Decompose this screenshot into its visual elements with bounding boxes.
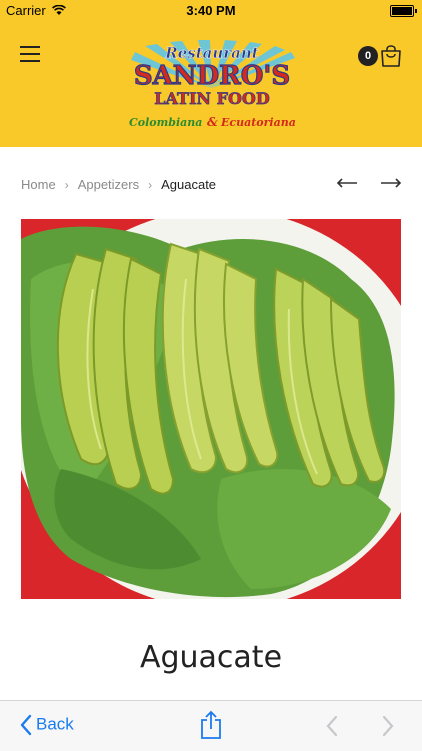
arrow-left-icon[interactable] xyxy=(336,176,358,190)
back-label: Back xyxy=(36,714,74,734)
product-title: Aguacate xyxy=(139,640,283,675)
arrow-right-icon[interactable] xyxy=(380,176,402,190)
chevron-right-icon: › xyxy=(148,177,153,192)
breadcrumb-appetizers[interactable]: Appetizers xyxy=(78,177,139,192)
share-icon[interactable] xyxy=(200,710,222,745)
breadcrumb-home[interactable]: Home xyxy=(21,177,56,192)
logo-ampersand: & xyxy=(207,115,218,129)
chevron-right-icon[interactable] xyxy=(382,715,394,742)
chevron-right-icon: › xyxy=(64,177,69,192)
product-nav-arrows xyxy=(318,176,402,195)
logo-line-sandros: SANDRO'S xyxy=(134,61,290,91)
bottom-toolbar: Back xyxy=(0,700,422,751)
product-image xyxy=(21,219,401,599)
status-bar: Carrier 3:40 PM xyxy=(0,0,422,22)
app-header: Restaurant SANDRO'S LATIN FOOD Colombian… xyxy=(0,22,422,147)
cart-count-badge: 0 xyxy=(358,46,378,66)
breadcrumb: Home › Appetizers › Aguacate xyxy=(21,176,216,192)
shopping-bag-icon xyxy=(381,45,401,67)
breadcrumb-current: Aguacate xyxy=(161,177,217,193)
logo-line-latin-food: LATIN FOOD xyxy=(154,89,270,108)
back-button[interactable]: Back xyxy=(20,714,74,736)
logo-line-ecuatoriana: Ecuatoriana xyxy=(220,116,296,129)
chevron-left-icon[interactable] xyxy=(326,715,338,742)
logo-line-restaurant: Restaurant xyxy=(164,44,259,62)
chevron-left-icon xyxy=(20,714,32,736)
cart-button[interactable]: 0 xyxy=(358,44,404,70)
restaurant-logo[interactable]: Restaurant SANDRO'S LATIN FOOD Colombian… xyxy=(125,40,300,138)
clock: 3:40 PM xyxy=(186,3,236,18)
logo-line-colombiana: Colombiana xyxy=(129,116,202,129)
battery-icon xyxy=(390,5,417,17)
hamburger-menu-icon[interactable] xyxy=(20,46,40,62)
